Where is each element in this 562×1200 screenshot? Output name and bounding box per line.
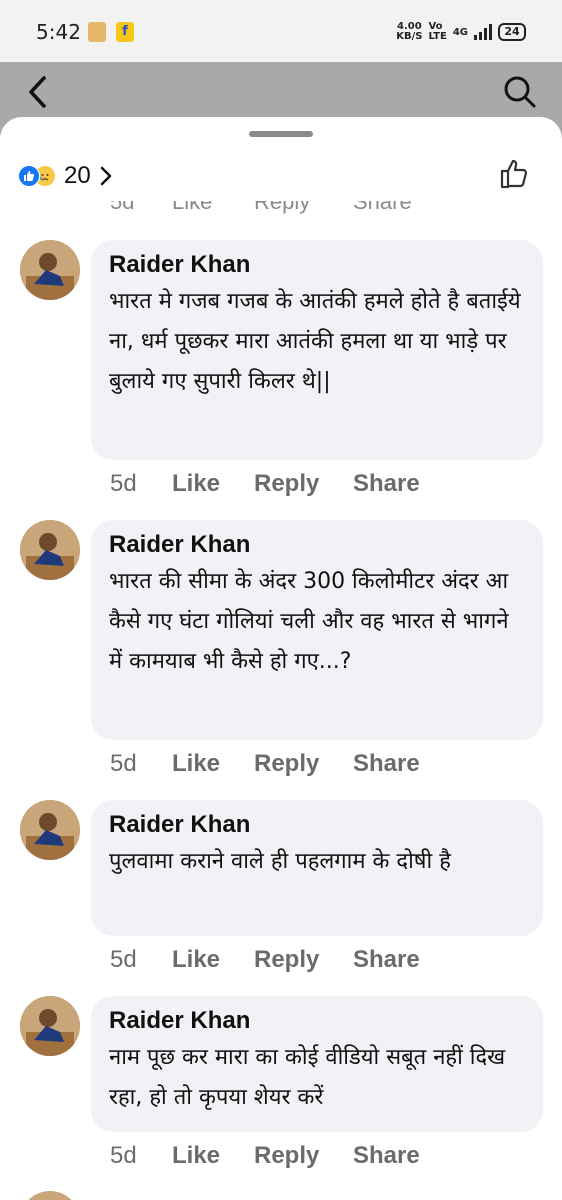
previous-share-link[interactable]: Share: [353, 201, 412, 215]
share-link[interactable]: Share: [353, 946, 420, 974]
comment-actions: 5d Like Reply Share: [110, 750, 420, 778]
comment-bubble[interactable]: Raider Khan पुलवामा कराने वाले ही पहलगाम…: [91, 800, 543, 936]
comment-bubble[interactable]: Raider Khan नाम पूछ कर मारा का कोई वीडिय…: [91, 996, 543, 1132]
network-type: 4G: [452, 26, 468, 38]
comment-actions: 5d Like Reply Share: [110, 1142, 420, 1170]
reply-link[interactable]: Reply: [254, 750, 353, 778]
previous-reply-link[interactable]: Reply: [254, 201, 310, 215]
comment-text: भारत मे गजब गजब के आतंकी हमले होते है बत…: [109, 289, 521, 394]
status-indicators: 4.00 KB/S Vo LTE 4G 24: [396, 22, 526, 42]
comment-actions: 5d Like Reply Share: [110, 470, 420, 498]
comment-bubble[interactable]: Raider Khan भारत की सीमा के अंदर 300 किल…: [91, 520, 543, 740]
reaction-count: 20: [64, 162, 91, 189]
avatar[interactable]: [20, 1191, 80, 1200]
network-speed: 4.00 KB/S: [396, 22, 422, 42]
like-link[interactable]: Like: [172, 470, 254, 498]
network-speed-unit: KB/S: [396, 31, 423, 42]
comment-text: पुलवामा कराने वाले ही पहलगाम के दोषी है: [109, 849, 451, 874]
signal-strength-icon: [474, 24, 492, 40]
app-header: [0, 62, 562, 122]
reply-link[interactable]: Reply: [254, 470, 353, 498]
chevron-left-icon[interactable]: [22, 70, 58, 114]
comment-author[interactable]: Raider Khan: [109, 250, 525, 280]
comment-author[interactable]: Raider Khan: [109, 1006, 525, 1036]
like-link[interactable]: Like: [172, 1142, 254, 1170]
search-icon[interactable]: [500, 72, 540, 112]
shopping-app-notification-icon: [88, 22, 106, 42]
chevron-right-icon: [100, 166, 111, 186]
flipkart-notification-icon: f: [116, 22, 134, 42]
avatar[interactable]: [20, 996, 80, 1056]
comment-bubble[interactable]: Raider Khan भारत मे गजब गजब के आतंकी हमल…: [91, 240, 543, 460]
share-link[interactable]: Share: [353, 750, 420, 778]
comments-sheet: 20 5d Like Reply Share Raider Khan भारत …: [0, 117, 562, 1200]
like-button-icon[interactable]: [498, 157, 532, 191]
comment-timestamp[interactable]: 5d: [110, 470, 172, 498]
like-link[interactable]: Like: [172, 750, 254, 778]
comment-text: भारत की सीमा के अंदर 300 किलोमीटर अंदर आ…: [109, 569, 509, 674]
status-bar: 5:42 f 4.00 KB/S Vo LTE 4G 24: [0, 0, 562, 62]
reply-link[interactable]: Reply: [254, 1142, 353, 1170]
comment-author[interactable]: Raider Khan: [109, 810, 525, 840]
volte-icon: Vo LTE: [428, 21, 447, 42]
battery-icon: 24: [498, 23, 526, 41]
drag-handle[interactable]: [249, 131, 313, 137]
comment-author[interactable]: Raider Khan: [109, 530, 525, 560]
comment-timestamp[interactable]: 5d: [110, 1142, 172, 1170]
comment-timestamp[interactable]: 5d: [110, 946, 172, 974]
previous-like-link[interactable]: Like: [172, 201, 212, 215]
battery-level: 24: [504, 25, 520, 38]
share-link[interactable]: Share: [353, 470, 420, 498]
share-link[interactable]: Share: [353, 1142, 420, 1170]
status-time: 5:42: [36, 20, 81, 44]
reactions-summary[interactable]: 20: [18, 159, 113, 193]
previous-timestamp: 5d: [110, 201, 135, 214]
avatar[interactable]: [20, 800, 80, 860]
avatar[interactable]: [20, 240, 80, 300]
like-link[interactable]: Like: [172, 946, 254, 974]
comment-actions: 5d Like Reply Share: [110, 946, 420, 974]
comment-timestamp[interactable]: 5d: [110, 750, 172, 778]
comment-text: नाम पूछ कर मारा का कोई वीडियो सबूत नहीं …: [109, 1045, 506, 1110]
reply-link[interactable]: Reply: [254, 946, 353, 974]
like-reaction-icon: [18, 165, 40, 187]
avatar[interactable]: [20, 520, 80, 580]
previous-comment-actions: 5d Like Reply Share: [110, 201, 440, 215]
